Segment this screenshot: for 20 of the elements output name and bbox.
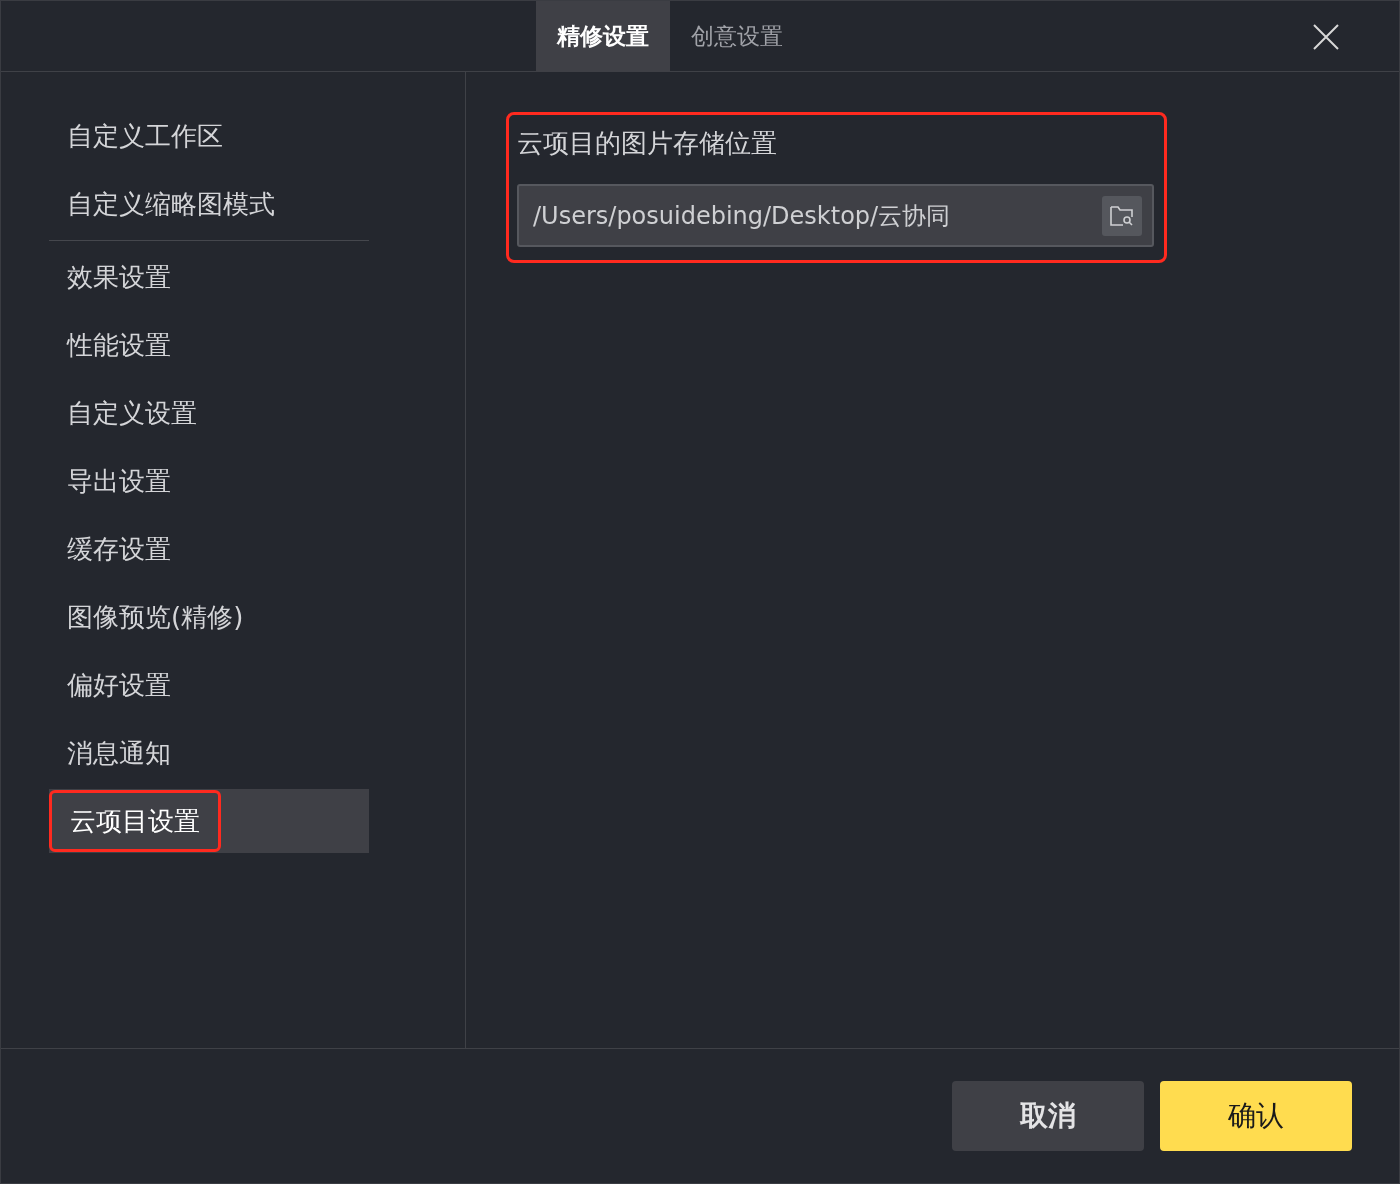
tab[interactable]: 创意设置 <box>670 1 804 72</box>
sidebar-item[interactable]: 性能设置 <box>49 314 189 376</box>
sidebar-item[interactable]: 偏好设置 <box>49 654 189 716</box>
tab[interactable]: 精修设置 <box>536 1 670 72</box>
sidebar-item[interactable]: 自定义工作区 <box>49 105 241 167</box>
sidebar-item[interactable]: 效果设置 <box>49 246 189 308</box>
path-field[interactable]: /Users/posuidebing/Desktop/云协同 <box>517 184 1154 247</box>
sidebar-item[interactable]: 消息通知 <box>49 722 189 784</box>
sidebar-item[interactable]: 图像预览(精修) <box>49 586 262 648</box>
section-title: 云项目的图片存储位置 <box>517 127 777 160</box>
folder-search-icon[interactable] <box>1102 195 1142 236</box>
close-icon[interactable] <box>1313 23 1339 50</box>
confirm-button[interactable]: 确认 <box>1160 1081 1352 1151</box>
path-input[interactable]: /Users/posuidebing/Desktop/云协同 <box>533 197 1102 234</box>
sidebar-item[interactable]: 缓存设置 <box>49 518 189 580</box>
sidebar-item[interactable]: 导出设置 <box>49 450 189 512</box>
cancel-button[interactable]: 取消 <box>952 1081 1144 1151</box>
sidebar-item[interactable]: 云项目设置 <box>49 790 221 852</box>
sidebar-item[interactable]: 自定义缩略图模式 <box>49 173 293 235</box>
sidebar-item[interactable]: 自定义设置 <box>49 382 215 444</box>
